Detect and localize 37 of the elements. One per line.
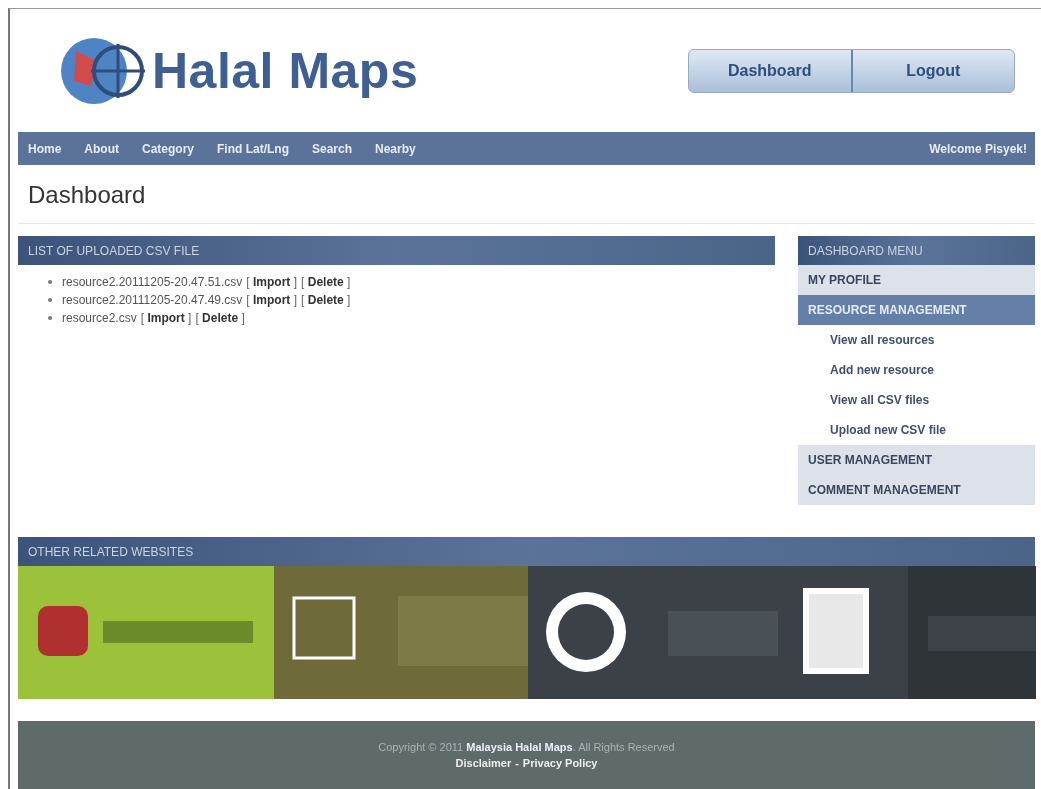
header-button[interactable]: Dashboard (689, 49, 851, 92)
file-name: resource2.20111205-20.47.49.csv (62, 293, 243, 307)
menu-section[interactable]: USER MANAGEMENT (798, 445, 1035, 475)
action-link[interactable]: [ Delete ] (195, 311, 245, 325)
action-link[interactable]: [ Import ] (246, 275, 298, 289)
nav-link[interactable]: Category (142, 141, 194, 156)
bullet-icon (48, 280, 52, 284)
bullet-icon (48, 298, 52, 302)
welcome-text: Welcome Pisyek! (929, 141, 1027, 156)
nav-link[interactable]: Nearby (375, 141, 416, 156)
panel-header: LIST OF UPLOADED CSV FILE (18, 236, 775, 265)
site-title: Halal Maps (152, 41, 419, 100)
nav-link[interactable]: About (84, 141, 119, 156)
menu-link[interactable]: View all resources (798, 325, 1035, 355)
footer-link[interactable]: Disclaimer (455, 757, 512, 769)
nav-link[interactable]: Find Lat/Lng (217, 141, 289, 156)
page-title: Dashboard (18, 165, 1035, 224)
footer-link[interactable]: Privacy Policy (522, 757, 598, 769)
menu-link[interactable]: Upload new CSV file (798, 415, 1035, 445)
menu-link[interactable]: View all CSV files (798, 385, 1035, 415)
header-button[interactable]: Logout (850, 49, 1014, 92)
file-name: resource2.csv (62, 311, 137, 325)
menu-header: DASHBOARD MENU (798, 236, 1035, 265)
action-link[interactable]: [ Delete ] (301, 275, 351, 289)
bullet-icon (48, 316, 52, 320)
nav-link[interactable]: Search (312, 141, 353, 156)
action-link[interactable]: [ Import ] (246, 293, 298, 307)
copyright-text: Copyright © 2011 Malaysia Halal Maps. All Rights Reserved (378, 741, 675, 753)
menu-link[interactable]: Add new resource (798, 355, 1035, 385)
section-header: OTHER RELATED WEBSITES (18, 537, 1035, 566)
separator: - (515, 757, 519, 769)
nav-link[interactable]: Home (28, 141, 62, 156)
menu-section[interactable]: COMMENT MANAGEMENT (798, 475, 1035, 505)
action-link[interactable]: [ Import ] (140, 311, 192, 325)
file-name: resource2.20111205-20.47.51.csv (62, 275, 243, 289)
menu-section[interactable]: MY PROFILE (798, 265, 1035, 295)
action-link[interactable]: [ Delete ] (301, 293, 351, 307)
